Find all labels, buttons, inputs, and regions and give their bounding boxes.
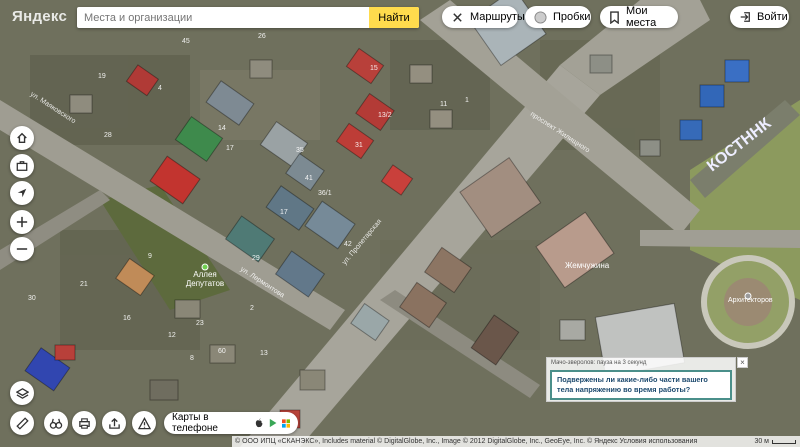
house-number: 26 — [258, 33, 266, 40]
google-play-icon — [269, 418, 276, 428]
scale-ruler — [772, 439, 796, 444]
ad-text[interactable]: Подвержены ли какие-либо части вашего те… — [550, 370, 732, 400]
search-submit-button[interactable]: Найти — [369, 7, 419, 28]
house-number: 30 — [28, 295, 36, 302]
house-number: 23 — [196, 320, 204, 327]
my-places-button[interactable]: Мои места — [600, 5, 678, 29]
home-button[interactable] — [10, 126, 34, 150]
zoom-out-icon — [16, 248, 28, 250]
work-button[interactable] — [10, 154, 34, 178]
house-number: 31 — [355, 142, 363, 149]
yandex-logo[interactable]: Яндекс — [12, 8, 67, 25]
house-number: 1 — [465, 97, 469, 104]
traffic-label: Пробки — [553, 11, 591, 23]
apple-icon — [256, 418, 263, 428]
login-button[interactable]: Войти — [730, 6, 789, 28]
my-places-label: Мои места — [626, 5, 657, 29]
binoculars-icon — [49, 418, 63, 429]
map-footer: © ООО ИПЦ «СКАНЭКС», Includes material ©… — [232, 436, 800, 447]
house-number: 60 — [218, 348, 226, 355]
layers-button[interactable] — [10, 381, 34, 405]
bookmark-icon — [610, 10, 619, 24]
home-icon — [17, 132, 27, 143]
scale-label: 30 м — [754, 438, 769, 445]
locate-icon — [17, 188, 27, 198]
layers-icon — [15, 387, 29, 399]
house-number: 14 — [218, 125, 226, 132]
print-icon — [78, 417, 90, 429]
house-number: 2 — [250, 305, 254, 312]
house-number: 29 — [252, 255, 260, 262]
zoom-in-icon — [16, 216, 28, 228]
house-number: 17 — [226, 145, 234, 152]
login-icon — [740, 12, 750, 22]
house-number: 4 — [158, 85, 162, 92]
alert-icon — [137, 416, 151, 429]
zoom-out-button[interactable] — [10, 237, 34, 261]
house-number: 16 — [123, 315, 131, 322]
panorama-button[interactable] — [44, 411, 68, 435]
share-button[interactable] — [102, 411, 126, 435]
house-number: 11 — [440, 101, 447, 108]
print-button[interactable] — [72, 411, 96, 435]
briefcase-icon — [16, 161, 28, 171]
house-number: 9 — [148, 253, 152, 260]
house-number: 8 — [190, 355, 194, 362]
report-error-button[interactable] — [132, 411, 156, 435]
map-label-alley: Аллея — [193, 270, 216, 279]
mobile-app-promo[interactable]: Карты в телефоне — [164, 412, 298, 434]
ruler-button[interactable] — [10, 411, 34, 435]
house-number: 19 — [98, 73, 106, 80]
house-number: 12 — [168, 332, 176, 339]
mobile-app-label: Карты в телефоне — [172, 412, 218, 434]
traffic-icon — [534, 10, 547, 24]
ad-header: Мачо-зверолов: пауза на 3 секунд — [551, 360, 647, 366]
house-number: 13 — [260, 350, 268, 357]
traffic-button[interactable]: Пробки — [525, 6, 591, 28]
house-number: 41 — [305, 175, 313, 182]
poi-marker[interactable] — [201, 263, 209, 271]
share-icon — [108, 417, 120, 429]
house-number: 21 — [80, 281, 88, 288]
map-label-alley: Депутатов — [186, 279, 224, 288]
routes-button[interactable]: Маршруты — [442, 6, 525, 28]
poi-marker[interactable] — [744, 292, 752, 300]
scale-bar: 30 м — [754, 438, 800, 445]
search-bar: Найти — [77, 7, 419, 28]
house-number: 13/2 — [378, 112, 392, 119]
route-icon — [453, 12, 462, 22]
windows-icon — [281, 418, 290, 428]
routes-label: Маршруты — [470, 11, 525, 23]
ruler-icon — [15, 416, 29, 430]
ad-close-button[interactable]: × — [737, 357, 748, 368]
house-number: 42 — [344, 241, 352, 248]
house-number: 35 — [296, 147, 304, 154]
house-number: 36/1 — [318, 190, 332, 197]
copyright-text: © ООО ИПЦ «СКАНЭКС», Includes material ©… — [235, 438, 698, 445]
house-number: 45 — [182, 38, 190, 45]
ad-banner[interactable]: Мачо-зверолов: пауза на 3 секунд Подверж… — [546, 357, 736, 402]
zoom-in-button[interactable] — [10, 210, 34, 234]
house-number: 28 — [104, 132, 112, 139]
search-input[interactable] — [77, 7, 369, 28]
locate-button[interactable] — [10, 181, 34, 205]
map-label-grand: Жемчужина — [565, 261, 610, 270]
house-number: 15 — [370, 65, 378, 72]
login-label: Войти — [757, 11, 788, 23]
house-number: 17 — [280, 209, 288, 216]
